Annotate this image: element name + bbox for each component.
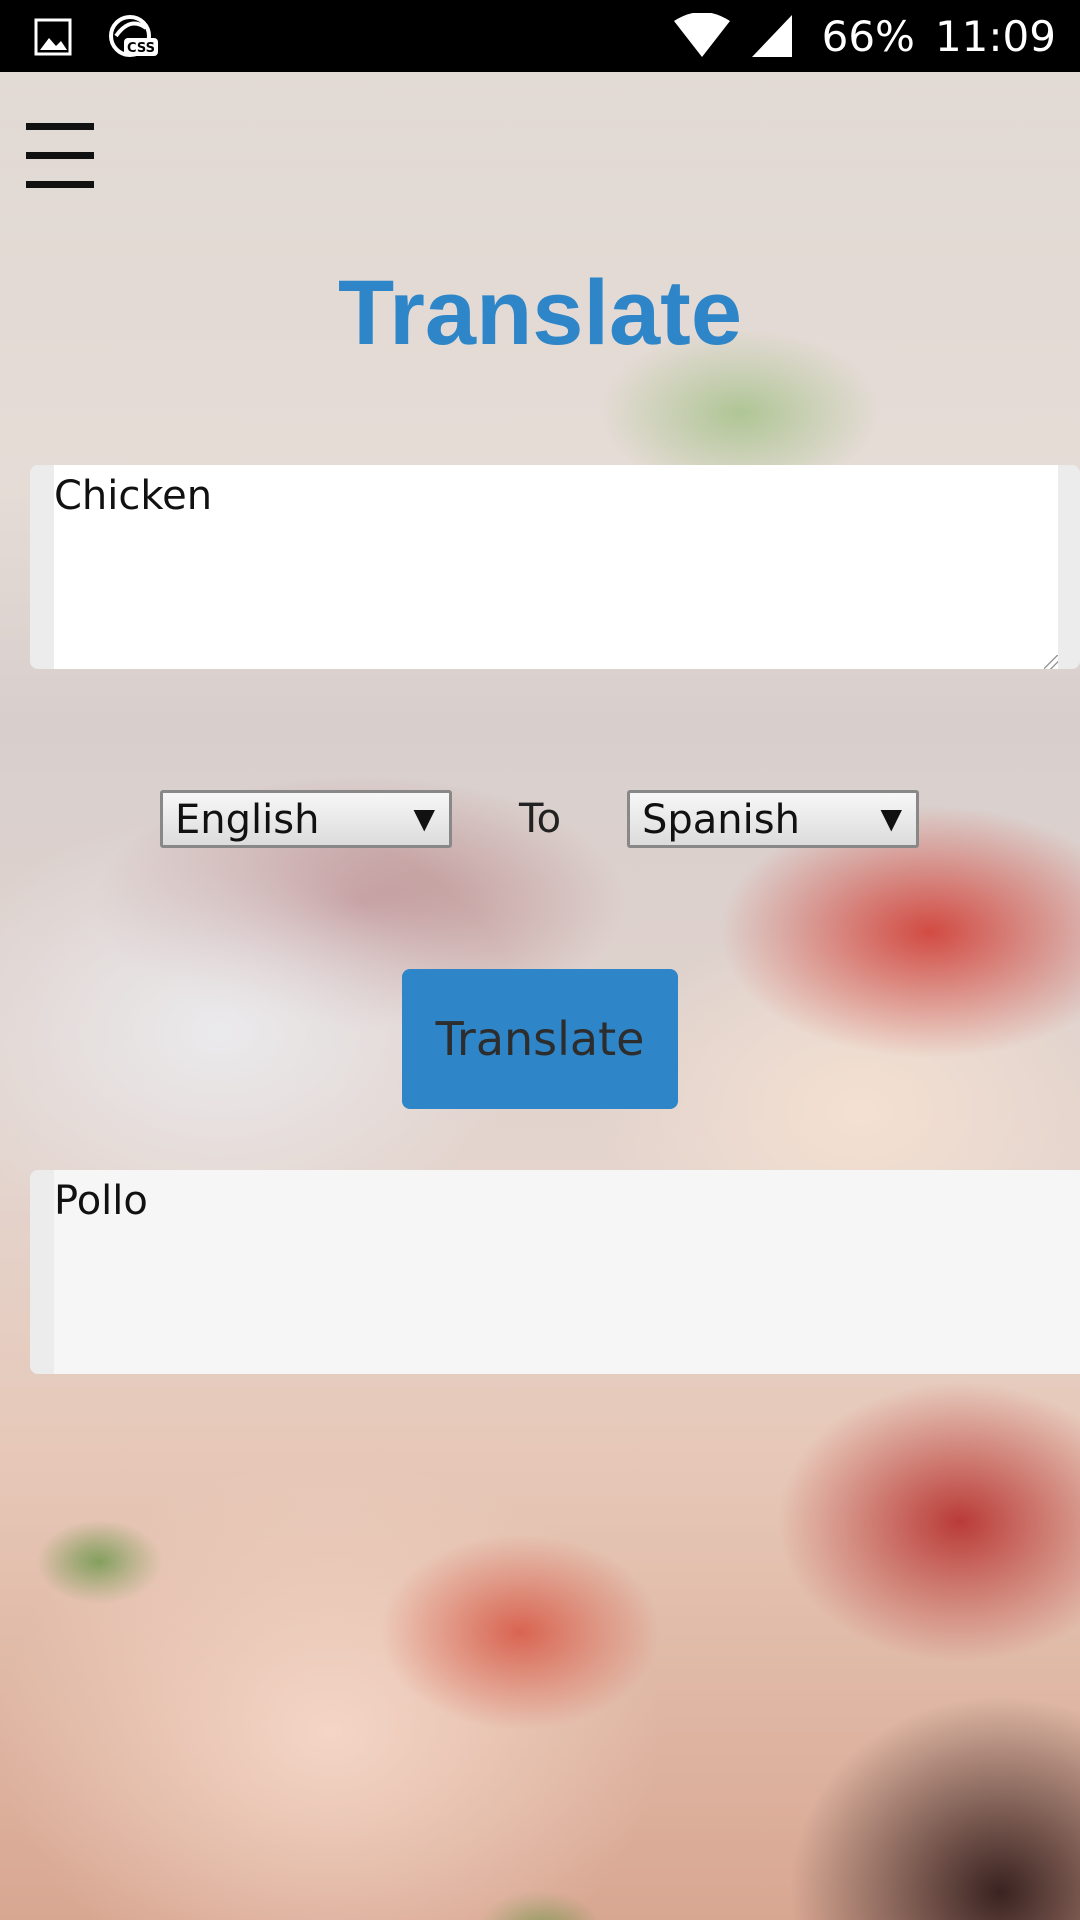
dropdown-arrow-icon: ▼ [880,802,902,835]
menu-line [26,152,94,159]
svg-text:CSS: CSS [127,41,155,56]
status-indicators: 66% 11:09 [673,0,1056,72]
signal-icon [751,15,792,57]
resize-handle-icon[interactable] [1044,655,1058,669]
translation-result-output[interactable]: Pollo [30,1170,1080,1374]
target-language-value: Spanish [642,797,800,843]
clock: 11:09 [934,11,1056,61]
language-separator-label: To [518,796,562,842]
hamburger-menu-icon[interactable] [26,120,94,192]
menu-line [26,123,94,130]
battery-percentage: 66% [821,11,915,61]
target-language-select[interactable]: Spanish ▼ [627,790,919,848]
translate-button[interactable]: Translate [402,969,678,1109]
wifi-icon [673,13,730,57]
notification-icons: CSS [34,14,160,60]
menu-line [26,181,94,188]
source-text-input[interactable]: Chicken [30,465,1080,669]
css-icon: CSS [109,15,158,57]
status-bar: CSS 66% 11:09 [0,0,1080,72]
image-icon [34,18,72,56]
dropdown-arrow-icon: ▼ [413,802,435,835]
page-title: Translate [338,262,742,364]
translation-result-value: Pollo [54,1178,148,1224]
source-language-select[interactable]: English ▼ [160,790,452,848]
source-language-value: English [175,797,320,843]
source-text-value: Chicken [54,473,213,519]
app-screen: CSS 66% 11:09 Translate Chicken English … [0,0,1080,1920]
